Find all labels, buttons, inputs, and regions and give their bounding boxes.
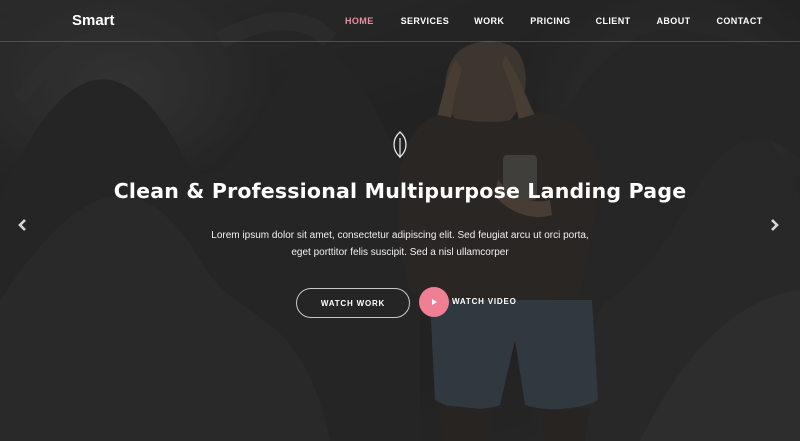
hero-description-line-1: Lorem ipsum dolor sit amet, consectetur … [211,230,589,241]
nav-client[interactable]: CLIENT [596,16,631,26]
nav-contact[interactable]: CONTACT [717,16,763,26]
leaf-icon [393,131,407,158]
hero-description: Lorem ipsum dolor sit amet, consectetur … [200,227,600,261]
chevron-right-icon [771,219,779,231]
hero-description-line-2: eget porttitor felis suscipit. Sed a nis… [291,247,509,258]
carousel-prev-button[interactable] [14,216,32,234]
play-video-button[interactable] [419,287,449,317]
top-navbar: Smart HOME SERVICES WORK PRICING CLIENT … [0,0,800,42]
nav-menu: HOME SERVICES WORK PRICING CLIENT ABOUT … [345,16,763,26]
watch-work-button[interactable]: WATCH WORK [296,288,410,318]
watch-video-link[interactable]: WATCH VIDEO [452,297,517,306]
nav-work[interactable]: WORK [474,16,504,26]
nav-home[interactable]: HOME [345,16,374,26]
nav-pricing[interactable]: PRICING [530,16,570,26]
brand-logo[interactable]: Smart [72,12,115,29]
nav-about[interactable]: ABOUT [657,16,691,26]
nav-services[interactable]: SERVICES [401,16,450,26]
chevron-left-icon [18,219,26,231]
carousel-next-button[interactable] [765,216,783,234]
hero-title: Clean & Professional Multipurpose Landin… [113,179,687,203]
hero-overlay [0,0,800,441]
play-icon [432,299,437,305]
